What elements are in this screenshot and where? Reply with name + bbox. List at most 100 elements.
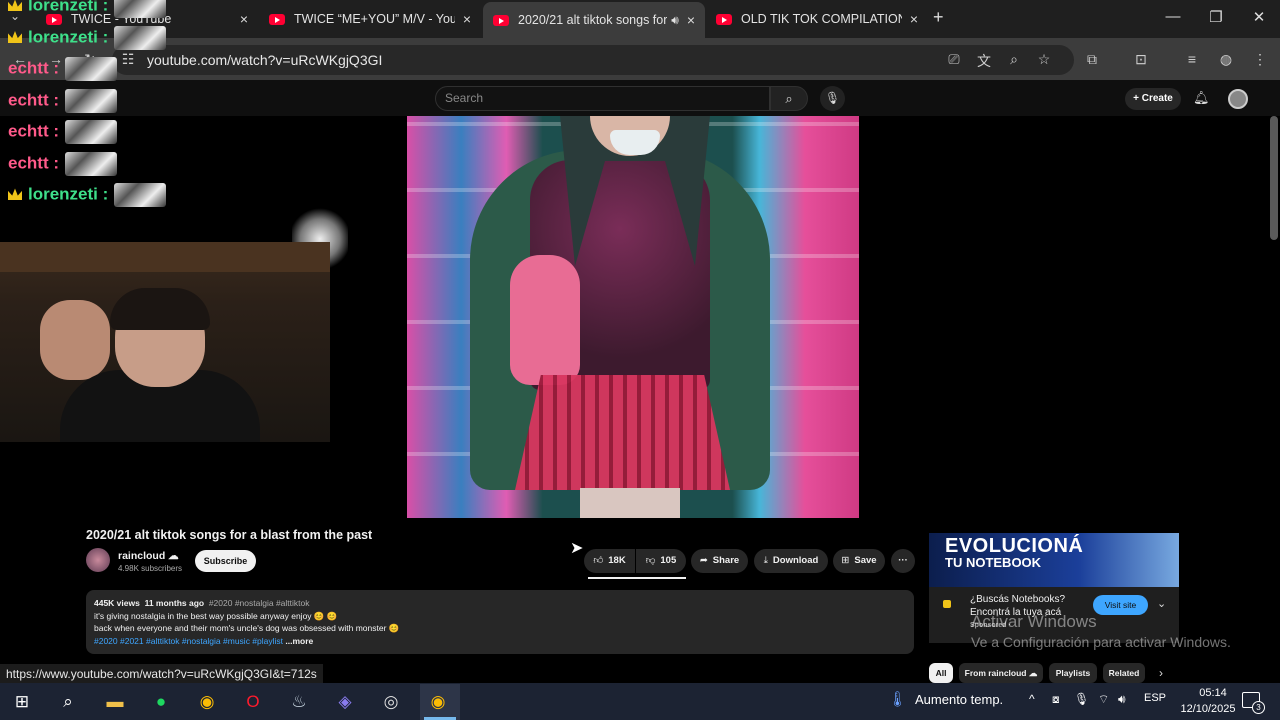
tab-close-icon[interactable]: ×	[463, 11, 471, 27]
avatar[interactable]	[1228, 89, 1248, 109]
zoom-icon[interactable]: ⌕	[1004, 51, 1024, 68]
channel-avatar[interactable]	[86, 548, 110, 572]
download-button[interactable]: ⤓ Download	[754, 549, 828, 573]
thermometer-icon: 🌡︎	[888, 691, 908, 708]
chip-all[interactable]: All	[929, 663, 953, 683]
more-actions-button[interactable]: ···	[891, 549, 915, 573]
mic-tray-icon[interactable]: 🎙︎	[1074, 692, 1089, 706]
webcam-shelf	[0, 242, 330, 272]
mouse-cursor-icon: ➤	[570, 540, 584, 557]
show-more-link[interactable]: ...more	[283, 636, 313, 646]
restore-button[interactable]: ❐	[1206, 8, 1226, 26]
crown-badge-icon	[8, 188, 22, 201]
chip-related[interactable]: Related	[1103, 663, 1145, 683]
install-app-icon[interactable]: ⎚	[944, 51, 964, 68]
visit-site-button[interactable]: Visit site	[1093, 595, 1148, 615]
notifications-bell-icon[interactable]: 🔔︎	[1193, 90, 1210, 106]
chip-from-channel[interactable]: From raincloud ☁	[959, 663, 1043, 683]
youtube-favicon-icon	[269, 13, 285, 25]
save-button[interactable]: ⊞ Save	[833, 549, 885, 573]
chip-playlists[interactable]: Playlists	[1049, 663, 1097, 683]
chat-emote-icon	[65, 57, 117, 81]
tab-close-icon[interactable]: ×	[687, 12, 695, 28]
page-scrollbar[interactable]	[1270, 116, 1278, 240]
tab-close-icon[interactable]: ×	[910, 11, 918, 27]
thumbs-up-icon: 👍︎	[593, 555, 604, 566]
clock-date[interactable]: 12/10/2025	[1175, 703, 1241, 715]
subscribe-button[interactable]: Subscribe	[195, 550, 256, 572]
channel-name[interactable]: raincloud ☁	[118, 550, 179, 562]
description-tags: #2020 #2021 #alttiktok #nostalgia #music…	[94, 636, 314, 646]
search-icon[interactable]: ⌕	[770, 86, 808, 111]
video-frame-skirt	[515, 375, 730, 490]
chat-username: echtt :	[8, 152, 59, 172]
minimize-button[interactable]: —	[1163, 8, 1183, 25]
chrome-icon[interactable]: ◉	[193, 688, 221, 716]
save-icon: ⊞	[841, 555, 850, 566]
description-line-1: it's giving nostalgia in the best way po…	[94, 611, 338, 621]
menu-icon[interactable]: ⋮	[1250, 51, 1270, 68]
extensions-icon[interactable]: ⧉	[1082, 51, 1102, 68]
steam-icon[interactable]: ♨	[285, 688, 313, 716]
chat-message: echtt :	[8, 151, 117, 176]
url-text[interactable]: youtube.com/watch?v=uRcWKgjQ3GI	[147, 52, 382, 68]
create-button[interactable]: + Create	[1125, 88, 1181, 110]
file-explorer-icon[interactable]: ▬	[101, 688, 129, 716]
webcam-hair	[110, 288, 210, 330]
translate-icon[interactable]: 文	[974, 51, 994, 71]
weather-widget[interactable]: Aumento temp.	[915, 692, 1003, 707]
youtube-favicon-icon	[716, 13, 732, 25]
input-language[interactable]: ESP	[1144, 692, 1166, 704]
obs-icon[interactable]: ◎	[377, 688, 405, 716]
chevron-down-icon[interactable]: ⌄	[1157, 597, 1166, 610]
wifi-icon[interactable]: ⌔	[1098, 692, 1109, 707]
dislike-button[interactable]: 👎︎ 105	[636, 549, 686, 573]
screenshot-icon[interactable]: ⊡	[1131, 51, 1151, 68]
windows-start-icon[interactable]: ⊞	[8, 688, 36, 716]
description-line-2: back when everyone and their mom's uncle…	[94, 623, 400, 633]
chrome-active-icon[interactable]: ◉	[424, 688, 452, 716]
taskbar-search-icon[interactable]: ⌕	[54, 688, 82, 716]
new-tab-button[interactable]: +	[933, 7, 944, 28]
chat-username: echtt :	[8, 58, 59, 78]
meet-icon[interactable]: ⧇	[1052, 692, 1060, 707]
chat-username: lorenzeti :	[28, 0, 109, 15]
like-button[interactable]: 👍︎ 18K	[584, 549, 635, 573]
crown-badge-icon	[8, 0, 22, 12]
profile-icon[interactable]: ◍	[1216, 51, 1236, 68]
thumbs-down-icon: 👎︎	[645, 555, 656, 566]
chat-message: lorenzeti :	[8, 25, 167, 50]
opera-icon[interactable]: O	[239, 688, 267, 716]
microphone-icon[interactable]: 🎙︎	[820, 86, 845, 111]
chat-message: lorenzeti :	[8, 183, 167, 207]
chat-message: echtt :	[8, 88, 117, 113]
search-input[interactable]	[435, 86, 770, 111]
ad-logo-icon	[943, 600, 951, 608]
media-control-icon[interactable]: ≡	[1182, 51, 1202, 67]
chat-message: lorenzeti :	[8, 0, 167, 18]
tray-overflow-icon[interactable]: ^	[1029, 692, 1035, 706]
share-icon: ➦	[699, 555, 708, 566]
chat-username: lorenzeti :	[28, 26, 109, 46]
clock-time[interactable]: 05:14	[1188, 687, 1238, 699]
channel-subscribers: 4.98K subscribers	[118, 564, 183, 573]
chat-username: echtt :	[8, 89, 59, 109]
chevron-right-icon[interactable]: ›	[1159, 666, 1163, 680]
volume-icon[interactable]: 🔊︎	[1118, 692, 1126, 707]
download-icon: ⤓	[763, 555, 768, 566]
spotify-icon[interactable]: ●	[147, 688, 175, 716]
chat-message: echtt :	[8, 120, 117, 144]
close-window-button[interactable]: ✕	[1249, 8, 1269, 26]
speaker-icon[interactable]: 🔊︎	[671, 13, 679, 28]
chat-emote-icon	[114, 25, 167, 50]
tab-twice-me-you[interactable]: TWICE “ME+YOU” M/V - YouTu ×	[259, 4, 481, 34]
chat-emote-icon	[65, 120, 117, 144]
bookmark-star-icon[interactable]: ☆	[1034, 51, 1054, 68]
share-button[interactable]: ➦ Share	[691, 549, 748, 573]
tab-alt-tiktok-active[interactable]: 2020/21 alt tiktok songs for 🔊︎ ×	[483, 2, 705, 38]
crown-badge-icon	[8, 30, 22, 43]
tab-old-tiktok[interactable]: OLD TIK TOK COMPILATION we ×	[706, 4, 928, 34]
site-info-icon[interactable]: ☷	[118, 51, 138, 68]
tab-close-icon[interactable]: ×	[240, 11, 248, 27]
discord-icon[interactable]: ◈	[331, 688, 359, 716]
